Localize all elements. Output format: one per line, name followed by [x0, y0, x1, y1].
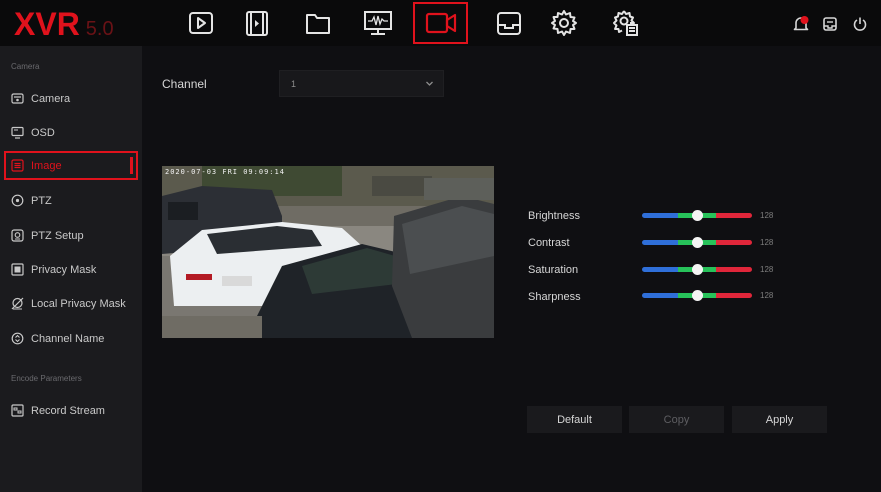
sharpness-label: Sharpness: [528, 291, 581, 303]
channel-select-value: 1: [291, 78, 297, 89]
sidebar-item-label: Image: [31, 159, 62, 172]
video-file-icon[interactable]: [232, 3, 282, 43]
slider-knob[interactable]: [692, 264, 703, 275]
xvr-logo: XVR 5.0: [14, 7, 114, 41]
sidebar-item-camera[interactable]: Camera: [4, 84, 138, 113]
gear-icon[interactable]: [539, 3, 589, 43]
sidebar-item-label: PTZ Setup: [31, 229, 84, 242]
sharpness-slider[interactable]: [642, 290, 752, 301]
image-icon: [10, 159, 24, 173]
ptz-icon: [10, 194, 24, 208]
monitor-icon[interactable]: [353, 3, 403, 43]
contrast-value: 128: [760, 238, 774, 247]
sidebar-item-local-privacy-mask[interactable]: Local Privacy Mask: [4, 289, 138, 318]
top-bar: XVR 5.0: [0, 0, 881, 46]
default-button[interactable]: Default: [527, 406, 622, 433]
logo-text: XVR: [14, 6, 80, 42]
sidebar-item-label: Privacy Mask: [31, 263, 97, 276]
sidebar-item-image[interactable]: Image: [4, 151, 138, 180]
chevron-down-icon: [426, 81, 433, 86]
system-settings-icon[interactable]: [601, 3, 651, 43]
camera-icon[interactable]: [413, 2, 468, 44]
sidebar-item-ptz-setup[interactable]: PTZ Setup: [4, 221, 138, 250]
playback-icon[interactable]: [176, 3, 226, 43]
slider-track-red: [716, 293, 752, 298]
slider-track-blue: [642, 213, 678, 218]
slider-knob[interactable]: [692, 237, 703, 248]
camera-feed-image: [162, 166, 494, 338]
alarm-bell-icon[interactable]: [791, 14, 811, 34]
sidebar-item-label: OSD: [31, 126, 55, 139]
folder-icon[interactable]: [293, 3, 343, 43]
saturation-value: 128: [760, 265, 774, 274]
slider-track-blue: [642, 267, 678, 272]
video-preview: 2020-07-03 FRI 09:09:14: [162, 166, 494, 338]
channel-label: Channel: [162, 77, 207, 91]
contrast-slider[interactable]: [642, 237, 752, 248]
channel-name-icon: [10, 332, 24, 346]
slider-track-blue: [642, 293, 678, 298]
camera-icon: [10, 92, 24, 106]
sidebar-item-label: Record Stream: [31, 404, 105, 417]
storage-icon[interactable]: [484, 3, 534, 43]
sidebar-item-privacy-mask[interactable]: Privacy Mask: [4, 255, 138, 284]
sidebar-item-label: Channel Name: [31, 332, 105, 345]
sidebar-item-label: Camera: [31, 92, 71, 105]
osd-timestamp: 2020-07-03 FRI 09:09:14: [165, 168, 285, 176]
copy-button[interactable]: Copy: [629, 406, 724, 433]
saturation-label: Saturation: [528, 264, 579, 276]
brightness-label: Brightness: [528, 210, 580, 222]
sidebar-item-ptz[interactable]: PTZ: [4, 186, 138, 215]
sidebar-item-channel-name[interactable]: Channel Name: [4, 324, 138, 353]
section-title-camera: Camera: [11, 62, 40, 71]
slider-track-red: [716, 213, 752, 218]
sidebar-item-osd[interactable]: OSD: [4, 118, 138, 147]
slider-track-blue: [642, 240, 678, 245]
slider-knob[interactable]: [692, 290, 703, 301]
image-settings-panel: Channel 1 2020-07-03 FRI 09:09:14 Bright…: [142, 46, 881, 492]
brightness-value: 128: [760, 211, 774, 220]
sidebar-item-label: PTZ: [31, 194, 52, 207]
ptz-setup-icon: [10, 229, 24, 243]
channel-select[interactable]: 1: [279, 70, 444, 97]
sidebar: Camera Camera OSD Image PTZ PTZ Setup Pr…: [0, 46, 142, 492]
power-icon[interactable]: [850, 14, 870, 34]
sidebar-item-label: Local Privacy Mask: [31, 297, 126, 310]
sharpness-value: 128: [760, 291, 774, 300]
sidebar-item-record-stream[interactable]: Record Stream: [4, 396, 138, 425]
local-privacy-mask-icon: [10, 297, 24, 311]
privacy-mask-icon: [10, 263, 24, 277]
slider-track-red: [716, 240, 752, 245]
slider-track-red: [716, 267, 752, 272]
slider-knob[interactable]: [692, 210, 703, 221]
apply-button[interactable]: Apply: [732, 406, 827, 433]
contrast-label: Contrast: [528, 237, 570, 249]
brightness-slider[interactable]: [642, 210, 752, 221]
backup-icon[interactable]: [820, 14, 840, 34]
record-stream-icon: [10, 404, 24, 418]
osd-icon: [10, 126, 24, 140]
logo-version: 5.0: [85, 18, 114, 40]
saturation-slider[interactable]: [642, 264, 752, 275]
section-title-encode: Encode Parameters: [11, 374, 82, 383]
